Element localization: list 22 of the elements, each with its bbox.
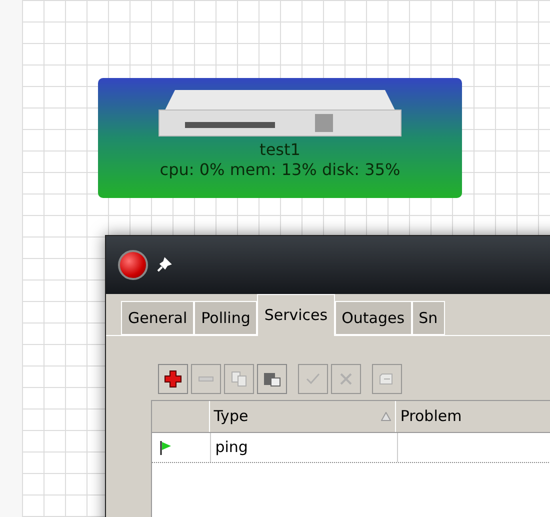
- plus-icon: [164, 370, 182, 388]
- pin-icon[interactable]: [156, 257, 172, 273]
- paste-icon: [263, 370, 281, 388]
- minus-icon: [198, 376, 214, 382]
- device-node[interactable]: test1 cpu: 0% mem: 13% disk: 35%: [98, 78, 462, 198]
- tab[interactable]: Services: [257, 294, 335, 336]
- node-name: test1: [260, 140, 300, 160]
- add-button[interactable]: [158, 364, 188, 394]
- column-label: Problem: [400, 406, 462, 428]
- column-label: Type: [214, 406, 248, 428]
- copy-icon: [230, 370, 248, 388]
- app-logo-icon: [118, 250, 148, 280]
- tab[interactable]: Sn: [412, 301, 445, 335]
- column-header[interactable]: Problem: [396, 401, 550, 432]
- tab[interactable]: Outages: [334, 301, 412, 335]
- flag-icon: [160, 440, 172, 454]
- tab[interactable]: Polling: [194, 301, 258, 335]
- column-header[interactable]: Type: [210, 401, 396, 432]
- tab[interactable]: General: [121, 301, 194, 335]
- paste-button[interactable]: [257, 364, 287, 394]
- table-cell: ping: [210, 433, 397, 462]
- node-stats: cpu: 0% mem: 13% disk: 35%: [160, 160, 400, 180]
